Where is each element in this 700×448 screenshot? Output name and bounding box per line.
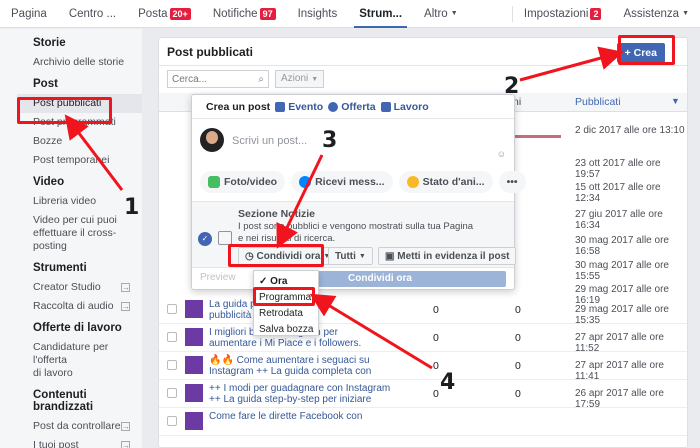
- annotation-number-3: 3: [322, 128, 338, 153]
- annotation-arrows: [64, 46, 624, 370]
- annotation-number-4: 4: [440, 370, 456, 395]
- arrow-4: [309, 293, 433, 370]
- arrow-2: [519, 46, 624, 82]
- arrow-3: [276, 154, 324, 249]
- annotation-number-2: 2: [504, 74, 520, 99]
- arrow-1: [64, 114, 124, 191]
- annotation-number-1: 1: [124, 195, 140, 220]
